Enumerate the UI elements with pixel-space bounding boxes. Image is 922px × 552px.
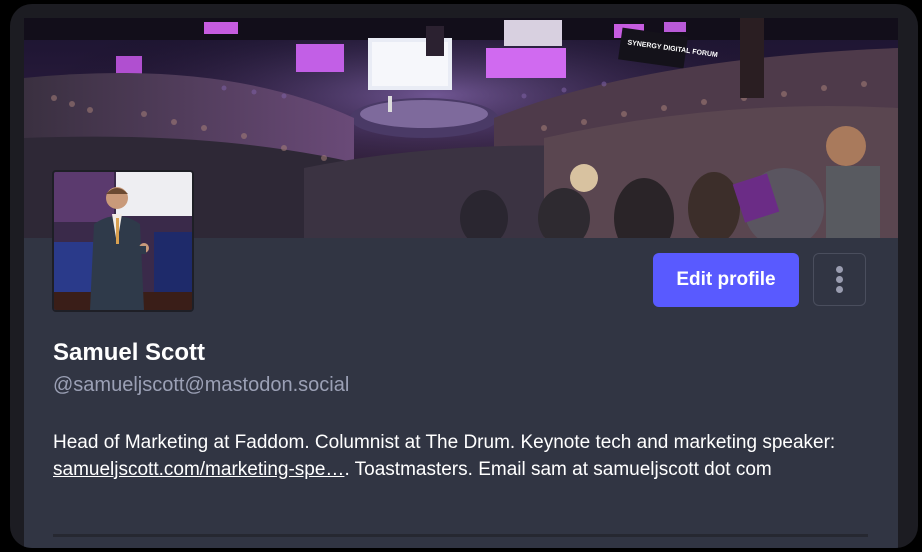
display-name: Samuel Scott [53, 339, 206, 366]
edit-profile-button[interactable]: Edit profile [653, 253, 799, 307]
app-window: SYNERGY DIGITAL FORUM Edit profile Samue… [10, 4, 918, 548]
account-handle: @samueljscott@mastodon.social [53, 374, 350, 396]
more-options-button[interactable] [813, 253, 866, 306]
ellipsis-dot [836, 276, 843, 283]
bio-link[interactable]: samueljscott.com/marketing-spe… [53, 459, 344, 480]
bio-text: Head of Marketing at Faddom. Columnist a… [53, 432, 836, 453]
ellipsis-dot [836, 266, 843, 273]
profile-bio: Head of Marketing at Faddom. Columnist a… [53, 429, 873, 483]
bio-text-continued: . Toastmasters. Email sam at samueljscot… [344, 459, 772, 480]
divider [53, 534, 868, 537]
profile-card: SYNERGY DIGITAL FORUM Edit profile Samue… [24, 18, 898, 548]
ellipsis-dot [836, 286, 843, 293]
avatar[interactable] [52, 170, 194, 312]
